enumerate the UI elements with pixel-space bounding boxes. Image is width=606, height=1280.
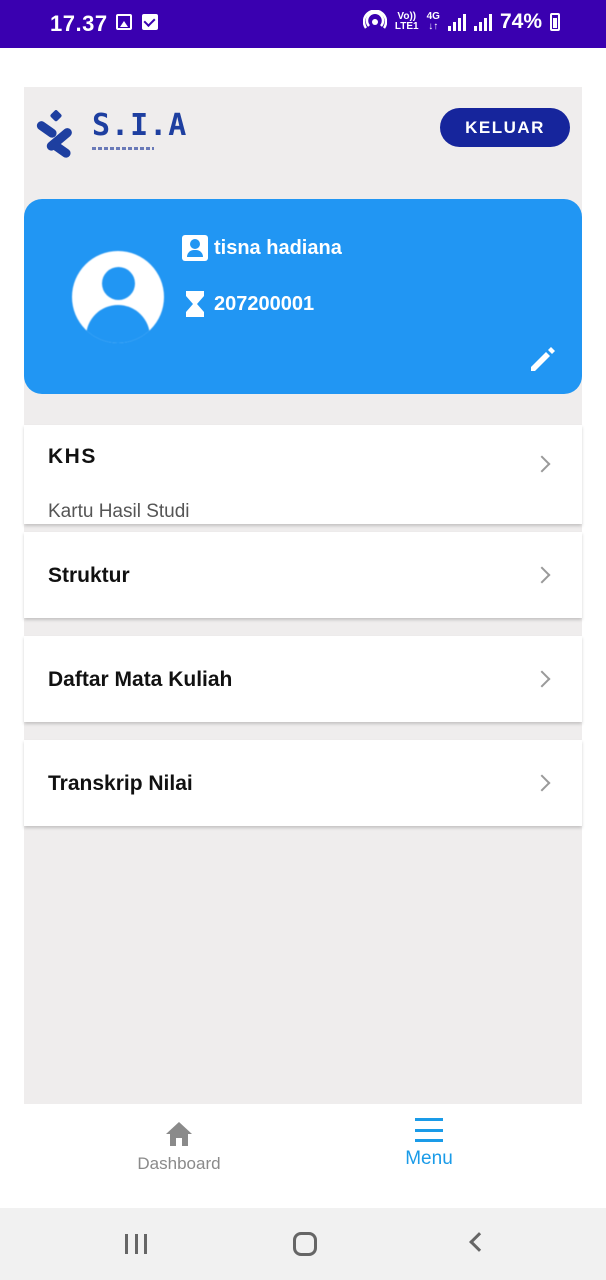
status-notification-icons	[116, 14, 158, 30]
battery-icon	[550, 13, 560, 31]
system-home-button[interactable]	[293, 1232, 317, 1256]
profile-nim-row: 207200001	[182, 289, 314, 319]
menu-item-title: Struktur	[48, 564, 130, 587]
menu-item-struktur[interactable]: Struktur	[24, 532, 582, 618]
nav-dashboard-label: Dashboard	[137, 1154, 221, 1173]
menu-item-title: KHS	[48, 445, 97, 468]
bottom-navigation: Dashboard Menu	[24, 1104, 582, 1208]
main-content: S.I.A KELUAR tisna hadiana 207200001 KHS…	[24, 87, 582, 1104]
home-icon	[166, 1122, 192, 1146]
avatar	[72, 251, 164, 343]
logo-mark-icon	[36, 110, 72, 158]
profile-card: tisna hadiana 207200001	[24, 199, 582, 394]
volte-indicator: Vo)) LTE1	[394, 11, 419, 32]
chevron-right-icon	[533, 566, 551, 584]
menu-item-title: Daftar Mata Kuliah	[48, 668, 233, 691]
hamburger-menu-icon	[415, 1118, 443, 1142]
task-notification-icon	[142, 14, 158, 30]
image-notification-icon	[116, 14, 132, 30]
status-right-icons: Vo)) LTE1 4G ↓↑ 74%	[362, 10, 560, 34]
menu-item-subtitle: Kartu Hasil Studi	[48, 501, 190, 522]
nav-dashboard[interactable]: Dashboard	[114, 1104, 244, 1208]
menu-item-khs[interactable]: KHS Kartu Hasil Studi	[24, 425, 582, 524]
network-type-indicator: 4G ↓↑	[426, 11, 440, 32]
logo-tagline	[92, 147, 154, 150]
profile-name-row: tisna hadiana	[182, 235, 342, 261]
system-navigation-bar	[0, 1208, 606, 1280]
signal-2-icon	[473, 13, 492, 31]
sia-logo: S.I.A	[36, 109, 187, 159]
nav-menu[interactable]: Menu	[364, 1104, 494, 1208]
logo-text: S.I.A	[92, 108, 188, 143]
signal-1-icon	[447, 13, 466, 31]
menu-item-daftar-mata-kuliah[interactable]: Daftar Mata Kuliah	[24, 636, 582, 722]
recent-apps-button[interactable]	[125, 1234, 147, 1254]
chevron-right-icon	[533, 670, 551, 688]
edit-icon[interactable]	[528, 344, 558, 374]
status-bar: 17.37 Vo)) LTE1 4G ↓↑ 74%	[0, 0, 606, 48]
hourglass-icon	[186, 291, 204, 317]
person-icon	[182, 235, 208, 261]
profile-name: tisna hadiana	[214, 236, 342, 259]
battery-percent: 74%	[499, 10, 542, 33]
system-back-button[interactable]	[469, 1232, 489, 1252]
status-time: 17.37	[50, 11, 108, 36]
nav-menu-label: Menu	[405, 1148, 453, 1169]
app-header: S.I.A KELUAR	[24, 87, 582, 187]
menu-item-title: Transkrip Nilai	[48, 772, 193, 795]
logout-button[interactable]: KELUAR	[440, 108, 570, 147]
chevron-right-icon	[533, 455, 551, 473]
profile-nim: 207200001	[214, 292, 315, 315]
menu-item-transkrip-nilai[interactable]: Transkrip Nilai	[24, 740, 582, 826]
chevron-right-icon	[533, 774, 551, 792]
hotspot-icon	[362, 10, 387, 29]
